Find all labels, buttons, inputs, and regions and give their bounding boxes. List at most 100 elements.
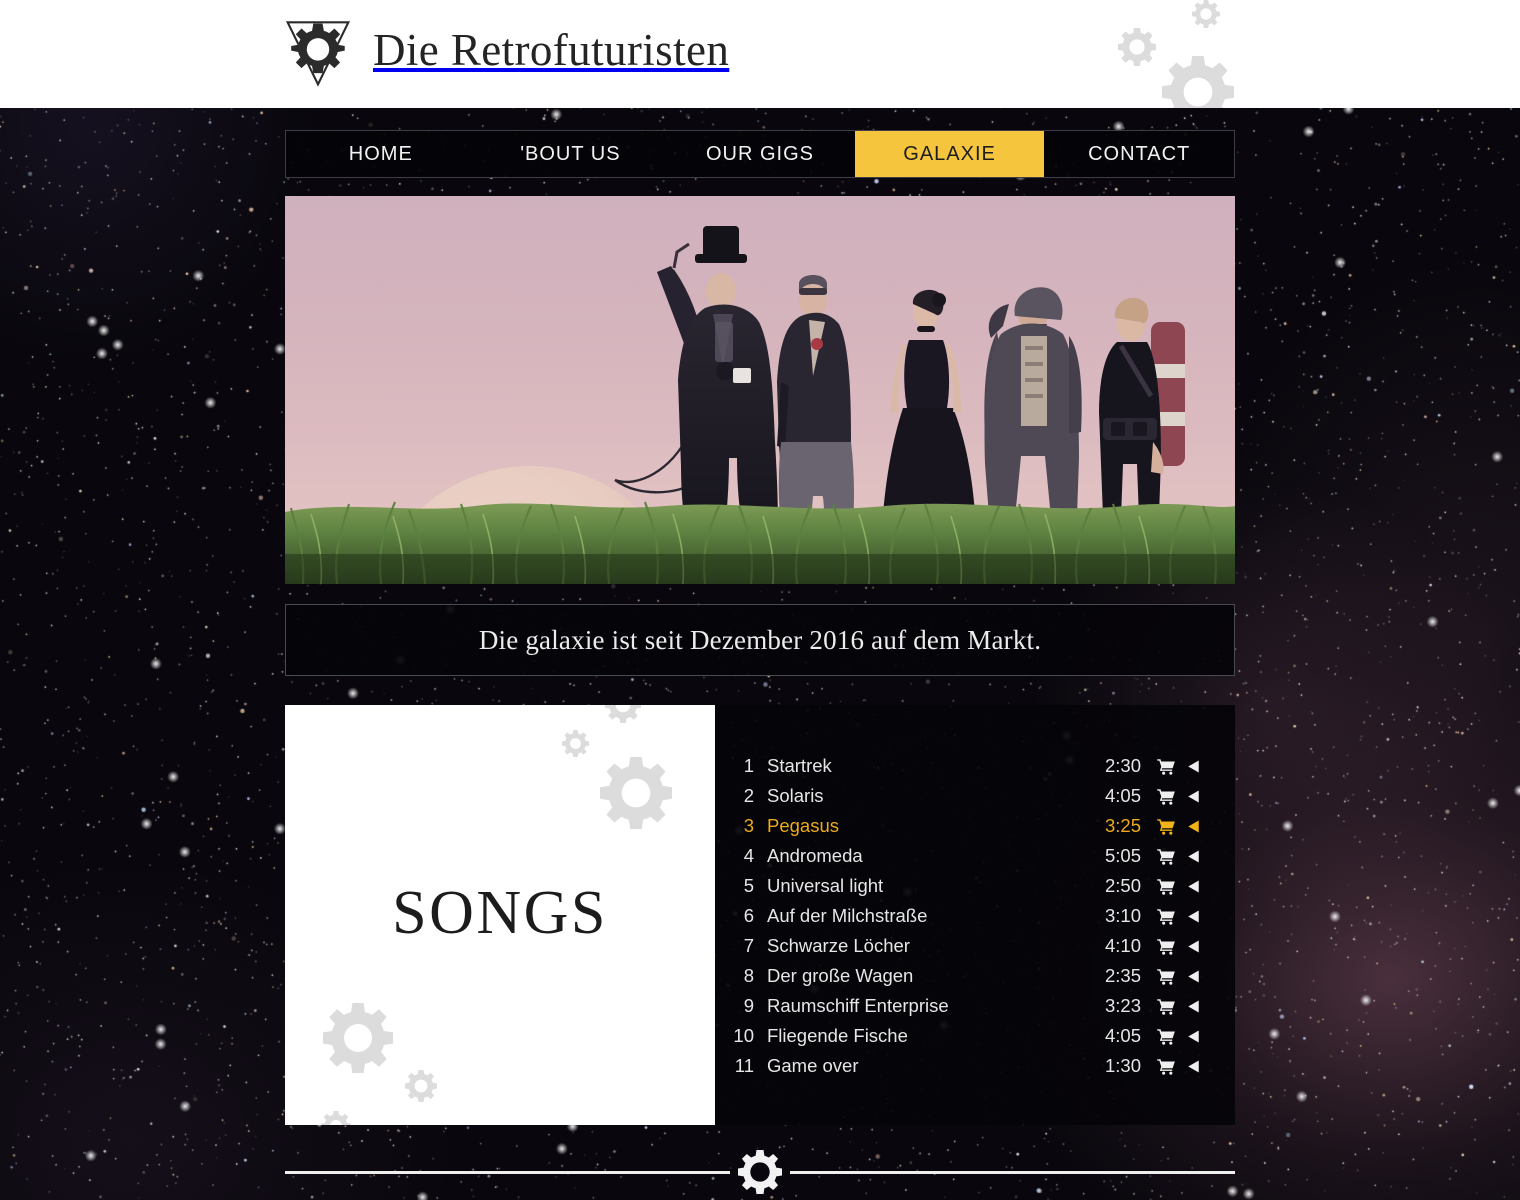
song-buy-button[interactable] [1153,758,1180,775]
footer-divider [285,1148,1235,1196]
song-play-button[interactable] [1180,789,1207,804]
song-row[interactable]: 7 Schwarze Löcher 4:10 [715,931,1207,961]
song-play-button[interactable] [1180,1029,1207,1044]
main-navigation[interactable]: HOME 'BOUT US OUR GIGS GALAXIE CONTACT [285,130,1235,178]
song-row[interactable]: 11 Game over 1:30 [715,1051,1207,1081]
song-buy-button[interactable] [1153,788,1180,805]
song-buy-button[interactable] [1153,1058,1180,1075]
gear-icon [600,757,672,829]
song-row[interactable]: 4 Andromeda 5:05 [715,841,1207,871]
footer-gear-wrap [730,1149,790,1195]
play-triangle-icon [1188,760,1199,772]
song-number: 7 [743,935,754,956]
song-duration: 5:05 [1104,845,1141,866]
song-row[interactable]: 5 Universal light 2:50 [715,871,1207,901]
song-buy-button[interactable] [1153,938,1180,955]
divider-rule-left [285,1170,730,1174]
song-buy-button[interactable] [1153,818,1180,835]
song-play-button[interactable] [1180,939,1207,954]
triangle-gear-logo-icon [285,21,351,87]
play-triangle-icon [1188,880,1199,892]
page-root: Die Retrofuturisten HOME 'BOUT US OUR GI… [0,0,1520,1200]
shopping-cart-icon [1157,938,1175,955]
song-title[interactable]: Der große Wagen [767,965,1105,987]
song-title[interactable]: Universal light [767,875,1105,897]
song-title[interactable]: Game over [767,1055,1105,1077]
song-title[interactable]: Schwarze Löcher [767,935,1105,957]
song-number: 4 [743,845,754,866]
song-play-button[interactable] [1180,969,1207,984]
shopping-cart-icon [1157,908,1175,925]
song-duration: 4:05 [1104,1025,1141,1046]
play-triangle-icon [1188,1000,1199,1012]
songs-list-panel: 1 Startrek 2:30 2 Solaris 4:05 3 Pegasus 3:25 4 An… [715,705,1235,1125]
song-number: 11 [734,1055,754,1076]
song-number: 8 [743,965,754,986]
song-title[interactable]: Solaris [767,785,1105,807]
song-row[interactable]: 1 Startrek 2:30 [715,751,1207,781]
song-number: 3 [743,815,754,836]
nav-item-our-gigs[interactable]: OUR GIGS [665,131,855,177]
nav-item-contact[interactable]: CONTACT [1044,131,1234,177]
song-row[interactable]: 3 Pegasus 3:25 [715,811,1207,841]
play-triangle-icon [1188,940,1199,952]
divider-rule-right [790,1170,1235,1174]
gear-icon [321,1111,351,1125]
song-play-button[interactable] [1180,999,1207,1014]
nav-item-home[interactable]: HOME [286,131,476,177]
songs-section: SONGS 1 Startrek 2:30 2 Solaris 4:05 3 Pegasus 3… [285,705,1235,1125]
song-title[interactable]: Raumschiff Enterprise [767,995,1105,1017]
song-buy-button[interactable] [1153,848,1180,865]
song-title[interactable]: Fliegende Fische [767,1025,1105,1047]
play-triangle-icon [1188,1060,1199,1072]
song-play-button[interactable] [1180,909,1207,924]
song-number: 10 [733,1025,754,1046]
song-row[interactable]: 10 Fliegende Fische 4:05 [715,1021,1207,1051]
nav-item-bout-us[interactable]: 'BOUT US [476,131,666,177]
song-row[interactable]: 8 Der große Wagen 2:35 [715,961,1207,991]
shopping-cart-icon [1157,878,1175,895]
song-row[interactable]: 6 Auf der Milchstraße 3:10 [715,901,1207,931]
song-title[interactable]: Andromeda [767,845,1105,867]
song-row[interactable]: 2 Solaris 4:05 [715,781,1207,811]
song-buy-button[interactable] [1153,908,1180,925]
logo-link[interactable]: Die Retrofuturisten [285,15,729,89]
song-buy-button[interactable] [1153,998,1180,1015]
gear-icon [1192,0,1220,28]
song-buy-button[interactable] [1153,1028,1180,1045]
site-title: Die Retrofuturisten [373,24,730,75]
song-play-button[interactable] [1180,879,1207,894]
shopping-cart-icon [1157,1028,1175,1045]
song-play-button[interactable] [1180,1059,1207,1074]
song-number: 9 [743,995,754,1016]
play-triangle-icon [1188,910,1199,922]
shopping-cart-icon [1157,848,1175,865]
band-photo-illustration [285,196,1235,584]
gear-icon [562,730,589,757]
song-duration: 1:30 [1104,1055,1141,1076]
site-header: Die Retrofuturisten [0,0,1520,108]
song-buy-button[interactable] [1153,968,1180,985]
play-triangle-icon [1188,790,1199,802]
song-title[interactable]: Pegasus [767,815,1105,837]
nav-item-galaxie[interactable]: GALAXIE [854,131,1045,177]
song-number: 5 [743,875,754,896]
band-hero-photo [285,196,1235,584]
song-play-button[interactable] [1180,759,1207,774]
gear-icon [1118,28,1156,66]
song-duration: 3:25 [1104,815,1141,836]
song-row[interactable]: 9 Raumschiff Enterprise 3:23 [715,991,1207,1021]
play-triangle-icon [1188,820,1199,832]
song-play-button[interactable] [1180,819,1207,834]
song-title[interactable]: Auf der Milchstraße [767,905,1105,927]
song-play-button[interactable] [1180,849,1207,864]
shopping-cart-icon [1157,998,1175,1015]
song-buy-button[interactable] [1153,878,1180,895]
song-number: 2 [743,785,754,806]
shopping-cart-icon [1157,818,1175,835]
gear-icon [738,1150,782,1194]
songs-cover-panel: SONGS [285,705,715,1125]
song-duration: 2:50 [1104,875,1141,896]
song-title[interactable]: Startrek [767,755,1105,777]
play-triangle-icon [1188,1030,1199,1042]
